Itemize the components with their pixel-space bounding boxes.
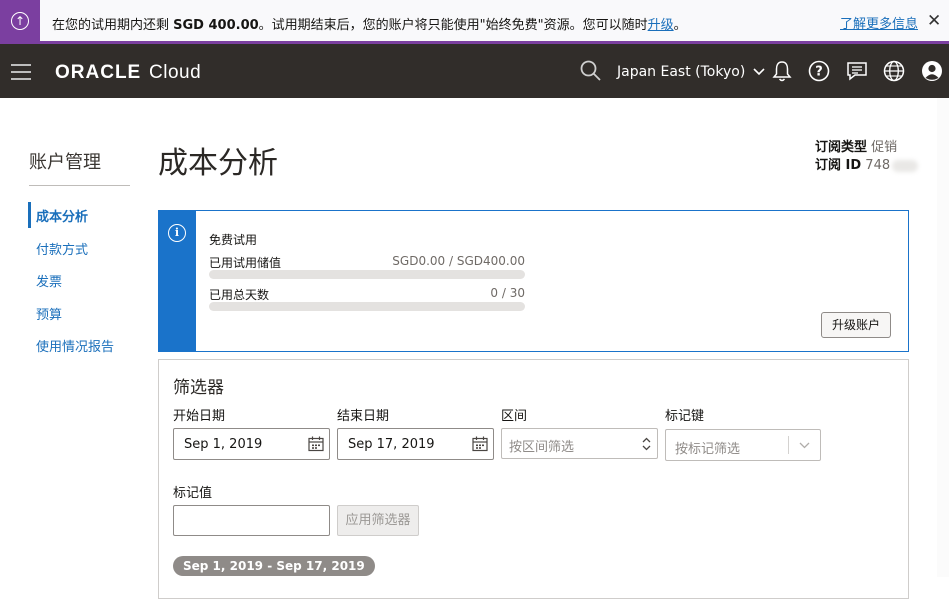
feedback-chat-icon[interactable] (846, 60, 868, 82)
free-trial-panel: i 免费试用 已用试用储值 SGD0.00 / SGD400.00 已用总天数 … (158, 210, 909, 352)
start-date-input[interactable]: Sep 1, 2019 (173, 428, 330, 460)
trial-message-prefix: 在您的试用期内还剩 (52, 18, 174, 33)
bell-icon[interactable] (772, 60, 792, 82)
subscription-type-value: 促销 (871, 140, 898, 155)
subscription-meta: 订阅类型 促销 订阅 ID 748 (815, 139, 919, 175)
hamburger-menu-icon[interactable] (11, 64, 31, 85)
sidebar-item-payment-methods[interactable]: 付款方式 (36, 239, 88, 258)
page-title: 成本分析 (158, 146, 278, 181)
sidebar-divider (29, 185, 130, 186)
filters-title: 筛选器 (173, 378, 224, 398)
logo-oracle-text: ORACLE (55, 62, 142, 83)
days-progress-bar (209, 302, 525, 311)
region-selector[interactable]: Japan East (Tokyo) (617, 64, 765, 80)
compartment-label: 区间 (501, 409, 528, 424)
region-name: Japan East (Tokyo) (617, 64, 746, 80)
chevron-down-icon (753, 68, 765, 76)
subscription-id-label: 订阅 ID (815, 158, 862, 173)
close-icon[interactable]: ✕ (927, 11, 941, 31)
subscription-type-label: 订阅类型 (815, 140, 868, 155)
sidebar-item-invoices[interactable]: 发票 (36, 271, 62, 290)
credits-progress-bar (209, 270, 525, 279)
page-scrollbar[interactable] (937, 98, 949, 577)
calendar-icon[interactable] (472, 436, 488, 452)
logo-cloud-text: Cloud (149, 62, 202, 83)
arrow-up-circle-icon: ↑ (11, 11, 29, 30)
trial-message: 在您的试用期内还剩 SGD 400.00。试用期结束后，您的账户将只能使用"始终… (52, 14, 687, 33)
filters-panel: 筛选器 开始日期 Sep 1, 2019 结束日期 Sep 17, 2019 区… (158, 359, 909, 599)
redacted-id-blur (892, 159, 919, 172)
sidebar-item-usage-reports[interactable]: 使用情况报告 (36, 336, 114, 355)
tag-value-input[interactable] (173, 505, 330, 536)
select-updown-icon (642, 437, 651, 451)
calendar-icon[interactable] (308, 436, 324, 452)
sidebar-active-indicator (28, 202, 31, 228)
search-icon[interactable] (580, 60, 601, 81)
credits-used-value: SGD0.00 / SGD400.00 (392, 254, 525, 268)
apply-filters-button[interactable]: 应用筛选器 (337, 505, 419, 536)
tag-value-label: 标记值 (173, 486, 213, 501)
trial-heading: 免费试用 (209, 233, 258, 247)
globe-language-icon[interactable] (883, 60, 905, 82)
upgrade-arrow-icon-box: ↑ (0, 0, 40, 41)
select-separator (788, 436, 789, 454)
top-header: ORACLE Cloud Japan East (Tokyo) ? (0, 44, 949, 98)
subscription-id-value: 748 (865, 158, 891, 173)
svg-text:?: ? (815, 65, 823, 80)
compartment-placeholder: 按区间筛选 (509, 440, 575, 455)
start-date-value: Sep 1, 2019 (184, 437, 263, 452)
sidebar-title: 账户管理 (29, 152, 101, 173)
info-icon: i (168, 224, 186, 242)
info-panel-stripe: i (159, 211, 196, 351)
trial-remaining-amount: SGD 400.00 (173, 18, 259, 33)
tag-key-label: 标记键 (665, 409, 705, 424)
tag-key-select[interactable]: 按标记筛选 (665, 429, 821, 461)
date-range-chip: Sep 1, 2019 - Sep 17, 2019 (173, 556, 375, 576)
tag-key-placeholder: 按标记筛选 (675, 442, 741, 457)
help-icon[interactable]: ? (808, 60, 830, 82)
trial-message-suffix: 。 (673, 18, 687, 33)
days-used-label: 已用总天数 (209, 288, 270, 302)
days-used-value: 0 / 30 (490, 286, 525, 300)
banner-upgrade-link[interactable]: 升级 (648, 18, 674, 33)
end-date-label: 结束日期 (337, 409, 390, 424)
end-date-value: Sep 17, 2019 (348, 437, 435, 452)
upgrade-account-button[interactable]: 升级账户 (821, 312, 891, 338)
start-date-label: 开始日期 (173, 409, 226, 424)
learn-more-link[interactable]: 了解更多信息 (840, 13, 918, 32)
end-date-input[interactable]: Sep 17, 2019 (337, 428, 494, 460)
trial-banner: ↑ 在您的试用期内还剩 SGD 400.00。试用期结束后，您的账户将只能使用"… (0, 0, 949, 44)
credits-used-label: 已用试用储值 (209, 256, 282, 270)
compartment-select[interactable]: 按区间筛选 (501, 428, 658, 459)
chevron-down-icon[interactable] (799, 442, 810, 449)
sidebar-item-budgets[interactable]: 预算 (36, 304, 62, 323)
oracle-cloud-logo[interactable]: ORACLE Cloud (55, 62, 201, 84)
user-profile-icon[interactable] (921, 60, 943, 82)
trial-message-middle: 。试用期结束后，您的账户将只能使用"始终免费"资源。您可以随时 (258, 18, 648, 33)
sidebar-item-cost-analysis[interactable]: 成本分析 (36, 206, 88, 225)
